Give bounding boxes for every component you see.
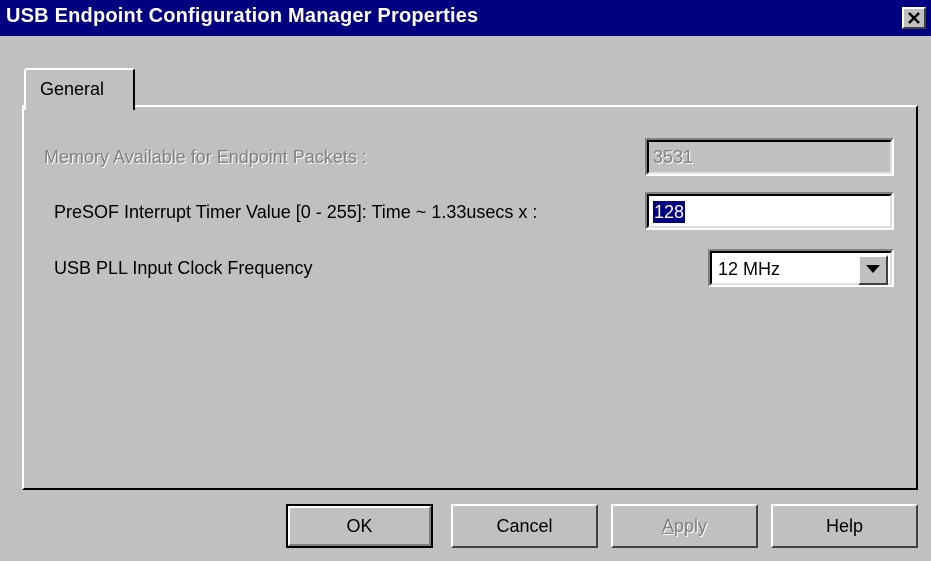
presof-timer-value: 128: [653, 201, 686, 223]
pll-clock-select[interactable]: 12 MHz: [708, 249, 894, 287]
ok-button[interactable]: OK: [286, 504, 433, 548]
pll-clock-label: USB PLL Input Clock Frequency: [54, 258, 313, 278]
cancel-button[interactable]: Cancel: [451, 504, 598, 548]
close-icon: [908, 12, 920, 24]
ok-button-label: OK: [346, 516, 373, 536]
tab-general-label: General: [40, 79, 105, 99]
tab-general[interactable]: General: [24, 68, 135, 110]
apply-button[interactable]: Apply: [611, 504, 758, 548]
chevron-down-icon: [866, 265, 880, 273]
presof-timer-input[interactable]: 128: [645, 192, 894, 230]
memory-available-label: Memory Available for Endpoint Packets :: [44, 147, 367, 167]
title-bar[interactable]: USB Endpoint Configuration Manager Prope…: [0, 0, 931, 36]
window-title: USB Endpoint Configuration Manager Prope…: [6, 5, 479, 27]
cancel-button-label: Cancel: [496, 516, 553, 536]
help-button-label: Help: [825, 516, 864, 536]
pll-clock-dropdown-button[interactable]: [858, 255, 888, 285]
help-button[interactable]: Help: [771, 504, 918, 548]
close-button[interactable]: [902, 7, 926, 29]
memory-available-field: 3531: [645, 138, 894, 176]
properties-dialog: USB Endpoint Configuration Manager Prope…: [0, 0, 931, 561]
pll-clock-selected: 12 MHz: [718, 259, 781, 279]
apply-button-label: Apply: [661, 516, 708, 536]
presof-timer-label: PreSOF Interrupt Timer Value [0 - 255]: …: [54, 202, 538, 222]
memory-available-value: 3531: [653, 147, 694, 167]
